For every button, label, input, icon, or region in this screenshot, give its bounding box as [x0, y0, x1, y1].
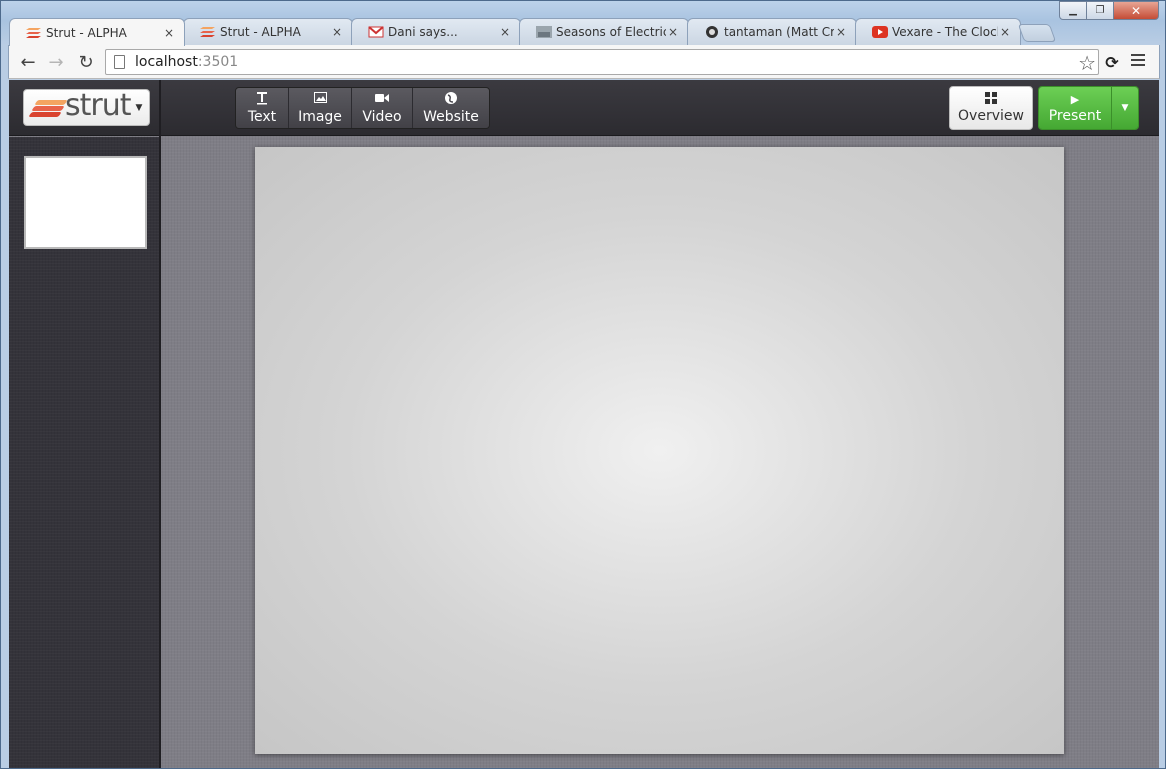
tab-close-icon[interactable]: × — [330, 25, 344, 39]
url-host: localhost — [135, 54, 198, 70]
github-icon — [704, 26, 720, 38]
present-dropdown-button[interactable]: ▼ — [1112, 87, 1138, 129]
strut-logo-icon — [26, 27, 42, 39]
browser-toolbar: ← → ↻ localhost:3501 ☆ ⟳ — [8, 45, 1160, 79]
new-tab-button[interactable] — [1017, 24, 1057, 42]
sidebar-divider — [159, 80, 161, 768]
insert-website-label: Website — [423, 108, 479, 125]
image-favicon-icon — [536, 26, 552, 38]
present-button-group: ▶ Present ▼ — [1038, 86, 1139, 130]
tab-strut-alpha-active[interactable]: Strut - ALPHA × — [9, 18, 185, 46]
tab-title: Seasons of Electricity — [556, 25, 666, 39]
globe-icon — [445, 91, 457, 107]
tab-github[interactable]: tantaman (Matt Crinl × — [687, 18, 857, 45]
tab-close-icon[interactable]: × — [834, 25, 848, 39]
grid-icon — [985, 92, 997, 104]
insert-image-button[interactable]: Image — [289, 88, 352, 128]
tab-gmail[interactable]: Dani says... × — [351, 18, 521, 45]
menu-icon[interactable] — [1131, 54, 1145, 69]
back-arrow-icon[interactable]: ← — [17, 51, 39, 73]
insert-website-button[interactable]: Website — [413, 88, 489, 128]
present-button[interactable]: ▶ Present — [1039, 87, 1112, 129]
overview-label: Overview — [958, 108, 1024, 124]
text-icon — [256, 91, 268, 107]
strut-logo-menu-button[interactable]: strut ▼ — [23, 89, 150, 126]
strut-logo-icon — [28, 98, 68, 118]
app-header: strut ▼ Text Image Video Website Overvie… — [9, 80, 1159, 136]
tab-strut-alpha[interactable]: Strut - ALPHA × — [183, 18, 353, 45]
logo-text: strut — [65, 87, 132, 123]
address-bar[interactable]: localhost:3501 ☆ — [105, 49, 1099, 75]
close-window-button[interactable]: ✕ — [1113, 1, 1159, 20]
insert-video-label: Video — [362, 108, 402, 125]
tab-youtube[interactable]: Vexare - The Clockm × — [855, 18, 1021, 45]
slide-canvas[interactable] — [255, 147, 1064, 754]
tab-strip: Strut - ALPHA × Strut - ALPHA × Dani say… — [9, 18, 1069, 46]
page-icon — [114, 55, 125, 69]
insert-image-label: Image — [298, 108, 342, 125]
caret-down-icon: ▼ — [1121, 103, 1129, 113]
tab-title: tantaman (Matt Crinl — [724, 25, 834, 39]
video-camera-icon — [375, 92, 389, 107]
forward-arrow-icon[interactable]: → — [45, 51, 67, 73]
reload-icon[interactable]: ↻ — [75, 51, 97, 73]
slide-thumbnail[interactable] — [24, 156, 147, 249]
strut-logo-icon — [200, 26, 216, 38]
browser-window: ▁ ❐ ✕ Strut - ALPHA × Strut - ALPHA × Da… — [0, 0, 1166, 769]
restore-button[interactable]: ❐ — [1086, 1, 1114, 20]
insert-text-label: Text — [247, 108, 277, 125]
gmail-icon — [368, 26, 384, 38]
tab-title: Strut - ALPHA — [46, 25, 127, 40]
youtube-icon — [872, 26, 888, 38]
tab-close-icon[interactable]: × — [162, 26, 176, 40]
tab-close-icon[interactable]: × — [666, 25, 680, 39]
extension-icon[interactable]: ⟳ — [1101, 51, 1123, 73]
tab-title: Dani says... — [388, 25, 458, 39]
bookmark-star-icon[interactable]: ☆ — [1078, 51, 1096, 75]
overview-button[interactable]: Overview — [949, 86, 1033, 130]
insert-video-button[interactable]: Video — [352, 88, 413, 128]
slide-sidebar — [9, 137, 159, 768]
strut-app: strut ▼ Text Image Video Website Overvie… — [9, 80, 1159, 768]
tab-close-icon[interactable]: × — [998, 25, 1012, 39]
tab-close-icon[interactable]: × — [498, 25, 512, 39]
tab-title: Strut - ALPHA — [220, 25, 301, 39]
tab-seasons-of-electricity[interactable]: Seasons of Electricity × — [519, 18, 689, 45]
window-controls: ▁ ❐ ✕ — [1059, 1, 1159, 20]
insert-text-button[interactable]: Text — [236, 88, 289, 128]
tab-title: Vexare - The Clockm — [892, 25, 998, 39]
url-port: :3501 — [197, 54, 239, 70]
image-icon — [313, 91, 327, 107]
present-label: Present — [1048, 107, 1102, 124]
play-icon: ▶ — [1070, 92, 1080, 106]
caret-down-icon: ▼ — [135, 102, 143, 113]
insert-toolbar: Text Image Video Website — [235, 87, 490, 129]
